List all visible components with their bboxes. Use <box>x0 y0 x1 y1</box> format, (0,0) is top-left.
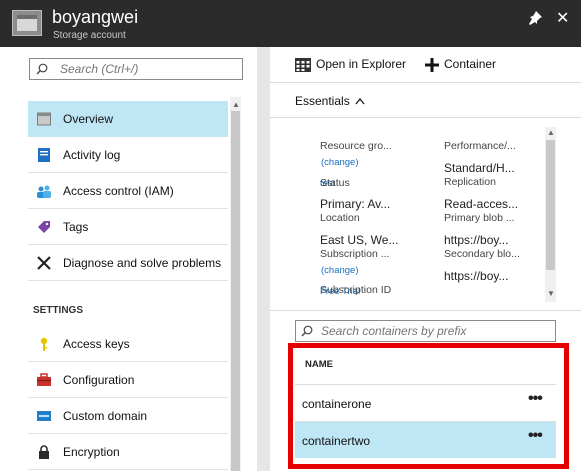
menu-item-label: Tags <box>63 220 89 234</box>
highlight-box <box>288 343 569 469</box>
resource-group-change-link[interactable]: (change) <box>321 157 359 168</box>
resource-menu: Overview Activity log Access control (IA… <box>0 47 257 471</box>
menu-item-configuration[interactable]: Configuration <box>28 362 228 398</box>
primary-blob-key: Primary blob ... <box>444 212 515 224</box>
menu-item-tags[interactable]: Tags <box>28 209 228 245</box>
status-value: Primary: Av... <box>320 197 391 211</box>
storage-account-icon <box>12 10 42 36</box>
scroll-up-icon[interactable]: ▲ <box>547 128 555 137</box>
container-search-input[interactable] <box>321 324 551 338</box>
menu-search-box[interactable] <box>29 58 243 80</box>
subscription-change-link[interactable]: (change) <box>321 265 359 276</box>
location-key: Location <box>320 212 360 224</box>
menu-item-custom-domain[interactable]: Custom domain <box>28 398 228 434</box>
menu-item-access-control[interactable]: Access control (IAM) <box>28 173 228 209</box>
menu-item-label: Custom domain <box>63 409 148 423</box>
secondary-blob-key: Secondary blo... <box>444 248 520 260</box>
scroll-down-icon[interactable]: ▼ <box>547 289 555 298</box>
essentials-scrollbar-thumb[interactable] <box>546 140 555 270</box>
toolbox-icon <box>37 373 51 386</box>
container-search-box[interactable] <box>295 320 556 342</box>
search-icon <box>36 63 48 75</box>
menu-item-label: Configuration <box>63 373 135 387</box>
menu-item-label: Encryption <box>63 445 120 459</box>
location-value: East US, We... <box>320 233 399 247</box>
replication-value: Read-acces... <box>444 197 519 211</box>
secondary-blob-value: https://boy... <box>444 269 509 283</box>
settings-section-label: SETTINGS <box>33 305 84 316</box>
open-in-explorer-button[interactable]: Open in Explorer <box>295 57 406 72</box>
activity-log-icon <box>38 148 50 162</box>
menu-item-overview[interactable]: Overview <box>28 101 228 137</box>
replication-key: Replication <box>444 176 496 188</box>
close-icon[interactable]: ✕ <box>556 8 569 28</box>
containers-divider <box>270 310 581 311</box>
performance-value: Standard/H... <box>444 161 515 175</box>
menu-item-label: Activity log <box>63 148 121 162</box>
subscription-key: Subscription ... <box>320 248 390 260</box>
performance-key: Performance/... <box>444 140 516 152</box>
page-title: boyangwei <box>52 7 139 27</box>
menu-item-encryption[interactable]: Encryption <box>28 434 228 470</box>
chevron-up-icon[interactable] <box>355 97 365 105</box>
key-icon <box>40 337 48 351</box>
domain-icon <box>37 411 51 421</box>
resource-group-key: Resource gro... <box>320 140 392 152</box>
menu-item-label: Diagnose and solve problems <box>63 256 222 270</box>
menu-item-label: Access control (IAM) <box>63 184 174 198</box>
search-icon <box>301 325 313 337</box>
menu-scrollbar-thumb[interactable] <box>231 111 240 471</box>
menu-item-label: Access keys <box>63 337 130 351</box>
add-container-label: Container <box>444 57 497 71</box>
open-in-explorer-label: Open in Explorer <box>316 57 407 71</box>
tag-icon <box>38 221 50 233</box>
scroll-up-icon[interactable]: ▲ <box>232 100 240 109</box>
explorer-icon <box>295 57 311 72</box>
add-container-button[interactable]: Container <box>425 57 496 72</box>
primary-blob-value: https://boy... <box>444 233 509 247</box>
pin-icon[interactable] <box>527 10 543 26</box>
essentials-divider <box>270 117 581 118</box>
plus-icon <box>425 57 439 72</box>
essentials-toggle[interactable]: Essentials <box>295 94 350 108</box>
people-icon <box>37 185 51 198</box>
page-subtitle: Storage account <box>53 30 126 41</box>
blade-header: boyangwei Storage account ✕ <box>0 0 581 47</box>
wrench-icon <box>37 256 51 270</box>
menu-item-label: Overview <box>63 112 114 126</box>
menu-item-access-keys[interactable]: Access keys <box>28 326 228 362</box>
overview-icon <box>37 112 51 126</box>
status-key: Status <box>320 177 350 189</box>
toolbar-divider <box>270 82 581 83</box>
subscription-id-key: Subscription ID <box>320 284 392 296</box>
lock-icon <box>39 445 49 459</box>
menu-item-diagnose[interactable]: Diagnose and solve problems <box>28 245 228 281</box>
menu-item-activity-log[interactable]: Activity log <box>28 137 228 173</box>
menu-search-input[interactable] <box>60 62 238 76</box>
